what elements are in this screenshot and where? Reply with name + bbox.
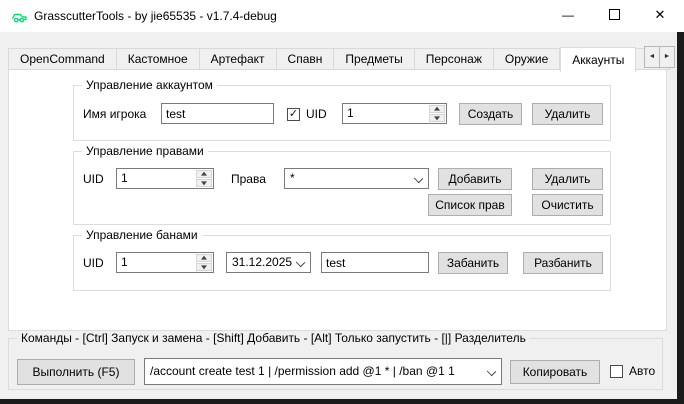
ban-uid-value: 1 [121,253,128,272]
player-name-input[interactable] [161,103,274,124]
tab-custom[interactable]: Кастомное [117,48,200,70]
perm-uid-stepper[interactable]: 1 [116,168,214,189]
tab-artifact[interactable]: Артефакт [200,48,277,70]
tab-accounts[interactable]: Аккаунты [560,47,636,72]
unban-button[interactable]: Разбанить [523,252,603,274]
permission-management-group: Управление правами UID 1 Права * Добавит… [73,151,611,225]
remove-permission-button[interactable]: Удалить [532,168,603,190]
list-permissions-button[interactable]: Список прав [428,194,512,216]
perm-combo[interactable]: * [284,168,429,189]
run-command-button[interactable]: Выполнить (F5) [17,359,135,385]
ban-reason-input[interactable] [321,252,429,273]
delete-account-button[interactable]: Удалить [532,103,603,125]
ban-management-group: Управление банами UID 1 31.12.2025 Забан… [73,235,611,291]
scroll-right-icon: ► [664,53,671,60]
commands-group: Команды - [Ctrl] Запуск и замена - [Shif… [8,338,663,390]
perm-uid-value: 1 [121,169,128,188]
close-button[interactable]: ✕ [637,0,683,32]
close-icon: ✕ [655,7,666,22]
ban-uid-stepper[interactable]: 1 [116,252,214,273]
ban-date-value: 31.12.2025 [232,253,292,272]
group-title: Управление банами [82,228,202,243]
check-icon: ✓ [289,108,298,120]
maximize-button[interactable] [591,0,637,32]
tab-spawn[interactable]: Спавн [277,48,335,70]
auto-checkbox[interactable] [610,365,623,378]
copy-command-button[interactable]: Копировать [510,360,600,384]
perm-uid-label: UID [83,168,104,190]
spinner-up-button[interactable] [196,170,212,178]
tab-scroll-right-button[interactable]: ► [659,46,675,68]
tab-scroll-left-button[interactable]: ◄ [644,46,660,68]
spinner-up-button[interactable] [429,105,445,113]
spinner-down-button[interactable] [196,179,212,187]
command-combo[interactable]: /account create test 1 | /permission add… [144,358,502,385]
scroll-left-icon: ◄ [649,53,656,60]
clear-permissions-button[interactable]: Очистить [532,194,603,216]
app-icon [11,8,28,25]
account-management-group: Управление аккаунтом Имя игрока ✓ UID 1 … [73,85,611,141]
spinner [196,170,212,187]
create-account-button[interactable]: Создать [459,103,522,125]
uid-checkbox[interactable]: ✓ [287,108,300,121]
tab-items[interactable]: Предметы [334,48,414,70]
tab-opencommand[interactable]: OpenCommand [8,48,117,70]
spinner-down-button[interactable] [196,263,212,271]
spinner-up-button[interactable] [196,254,212,262]
uid-checkbox-label: UID [306,107,327,121]
maximize-icon [609,9,620,20]
ban-uid-label: UID [83,252,104,274]
tab-character[interactable]: Персонаж [415,48,494,70]
minimize-button[interactable]: — [545,0,591,32]
ban-button[interactable]: Забанить [438,252,508,274]
add-permission-button[interactable]: Добавить [438,168,512,190]
triangle-down-icon [434,116,440,120]
group-title: Управление аккаунтом [82,78,217,93]
minimize-icon: — [562,8,574,22]
tab-weapon[interactable]: Оружие [494,48,560,70]
triangle-up-icon [201,256,207,260]
uid-checkbox-wrap: ✓ UID [287,107,327,121]
chevron-down-icon [487,367,496,376]
perm-combo-value: * [290,169,410,188]
triangle-down-icon [201,265,207,269]
commands-group-title: Команды - [Ctrl] Запуск и замена - [Shif… [17,331,530,346]
chevron-down-icon [414,174,423,183]
player-name-label: Имя игрока [83,103,146,125]
command-combo-value: /account create test 1 | /permission add… [150,359,483,384]
group-title: Управление правами [82,144,208,159]
tab-strip: OpenCommand Кастомное Артефакт Спавн Пре… [8,47,670,70]
triangle-up-icon [434,107,440,111]
chevron-down-icon [296,258,305,267]
title-bar: GrasscutterTools - by jie65535 - v1.7.4-… [0,0,684,32]
auto-checkbox-label: Авто [629,364,655,378]
triangle-up-icon [201,172,207,176]
auto-checkbox-wrap: Авто [610,364,655,378]
spinner [429,105,445,122]
spinner-down-button[interactable] [429,114,445,122]
account-uid-value: 1 [347,104,354,123]
ban-date-picker[interactable]: 31.12.2025 [226,252,311,273]
perm-label: Права [231,168,266,190]
accounts-tab-page: Управление аккаунтом Имя игрока ✓ UID 1 … [8,69,667,331]
triangle-down-icon [201,181,207,185]
tab-scroll-buttons: ◄ ► [645,46,675,68]
spinner [196,254,212,271]
window-title: GrasscutterTools - by jie65535 - v1.7.4-… [34,0,277,32]
account-uid-stepper[interactable]: 1 [342,103,447,124]
